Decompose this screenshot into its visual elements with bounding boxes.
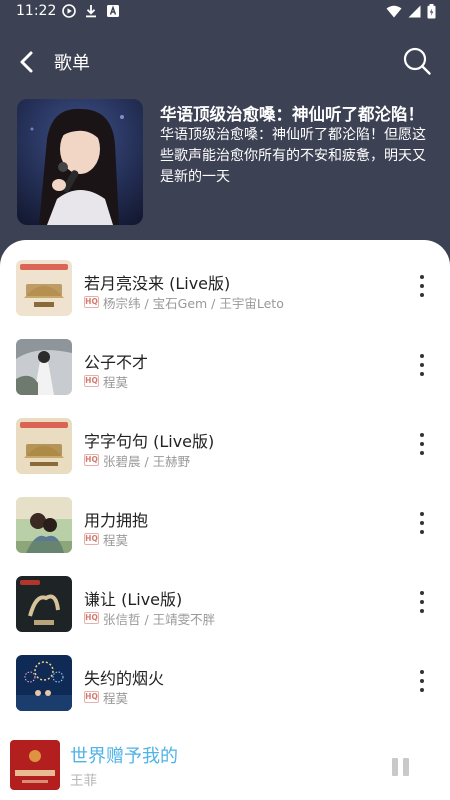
song-list: 若月亮没来 (Live版) HQ 杨宗纬 / 宝石Gem / 王宇宙Leto 公… — [0, 240, 450, 800]
song-artist: 杨宗纬 / 宝石Gem / 王宇宙Leto — [103, 296, 284, 311]
more-options-icon[interactable] — [418, 591, 426, 617]
more-options-icon[interactable] — [418, 433, 426, 459]
song-title: 谦让 (Live版) — [84, 590, 183, 609]
hq-badge: HQ — [84, 375, 99, 387]
more-options-icon[interactable] — [418, 354, 426, 380]
play-circle-icon — [62, 4, 76, 18]
hq-badge: HQ — [84, 296, 99, 308]
song-artist: 程莫 — [103, 533, 129, 548]
song-row[interactable]: 字字句句 (Live版) HQ 张碧晨 / 王赫野 — [0, 408, 450, 478]
song-artist: 程莫 — [103, 375, 129, 390]
song-title: 用力拥抱 — [84, 511, 149, 530]
wifi-icon — [386, 5, 402, 18]
song-artist: 张信哲 / 王靖雯不胖 — [103, 612, 216, 627]
status-time: 11:22 — [16, 3, 57, 19]
song-cover — [16, 576, 72, 632]
song-cover — [16, 655, 72, 711]
hq-badge: HQ — [84, 612, 99, 624]
playlist-cover-image — [17, 99, 143, 225]
player-cover — [10, 740, 60, 790]
hq-badge: HQ — [84, 533, 99, 545]
more-options-icon[interactable] — [418, 670, 426, 696]
song-title: 失约的烟火 — [84, 669, 165, 688]
player-artist: 王菲 — [70, 773, 97, 789]
playlist-description: 华语顶级治愈嗓：神仙听了都沦陷！但愿这些歌声能治愈你所有的不安和疲惫，明天又是新… — [160, 127, 426, 185]
song-title: 公子不才 — [84, 353, 149, 372]
song-cover — [16, 260, 72, 316]
status-notification-icons — [62, 4, 120, 18]
search-icon[interactable] — [402, 46, 432, 76]
player-song-title: 世界赠予我的 — [70, 746, 178, 767]
playlist-title: 华语顶级治愈嗓：神仙听了都沦陷！ — [160, 105, 424, 124]
song-title: 字字句句 (Live版) — [84, 432, 215, 451]
song-row[interactable]: 谦让 (Live版) HQ 张信哲 / 王靖雯不胖 — [0, 566, 450, 636]
status-system-icons — [386, 4, 436, 19]
song-row[interactable]: 公子不才 HQ 程莫 — [0, 329, 450, 399]
app-notification-icon — [107, 5, 119, 17]
battery-icon — [427, 4, 436, 19]
pause-icon[interactable] — [392, 758, 410, 776]
song-title: 若月亮没来 (Live版) — [84, 274, 231, 293]
status-bar: 11:22 — [0, 0, 450, 24]
signal-icon — [408, 5, 421, 18]
page-title: 歌单 — [54, 53, 90, 74]
song-row[interactable]: 用力拥抱 HQ 程莫 — [0, 487, 450, 557]
song-artist: 张碧晨 / 王赫野 — [103, 454, 191, 469]
hq-badge: HQ — [84, 454, 99, 466]
playlist-cover[interactable] — [17, 99, 143, 225]
song-row[interactable]: 失约的烟火 HQ 程莫 — [0, 645, 450, 715]
song-cover — [16, 497, 72, 553]
mini-player[interactable]: 世界赠予我的 王菲 — [0, 728, 450, 800]
song-cover — [16, 418, 72, 474]
hq-badge: HQ — [84, 691, 99, 703]
song-cover — [16, 339, 72, 395]
top-bar: 歌单 — [0, 40, 450, 84]
download-icon — [86, 5, 96, 18]
more-options-icon[interactable] — [418, 275, 426, 301]
more-options-icon[interactable] — [418, 512, 426, 538]
back-arrow-icon[interactable] — [14, 46, 42, 78]
song-row[interactable]: 若月亮没来 (Live版) HQ 杨宗纬 / 宝石Gem / 王宇宙Leto — [0, 250, 450, 320]
song-artist: 程莫 — [103, 691, 129, 706]
